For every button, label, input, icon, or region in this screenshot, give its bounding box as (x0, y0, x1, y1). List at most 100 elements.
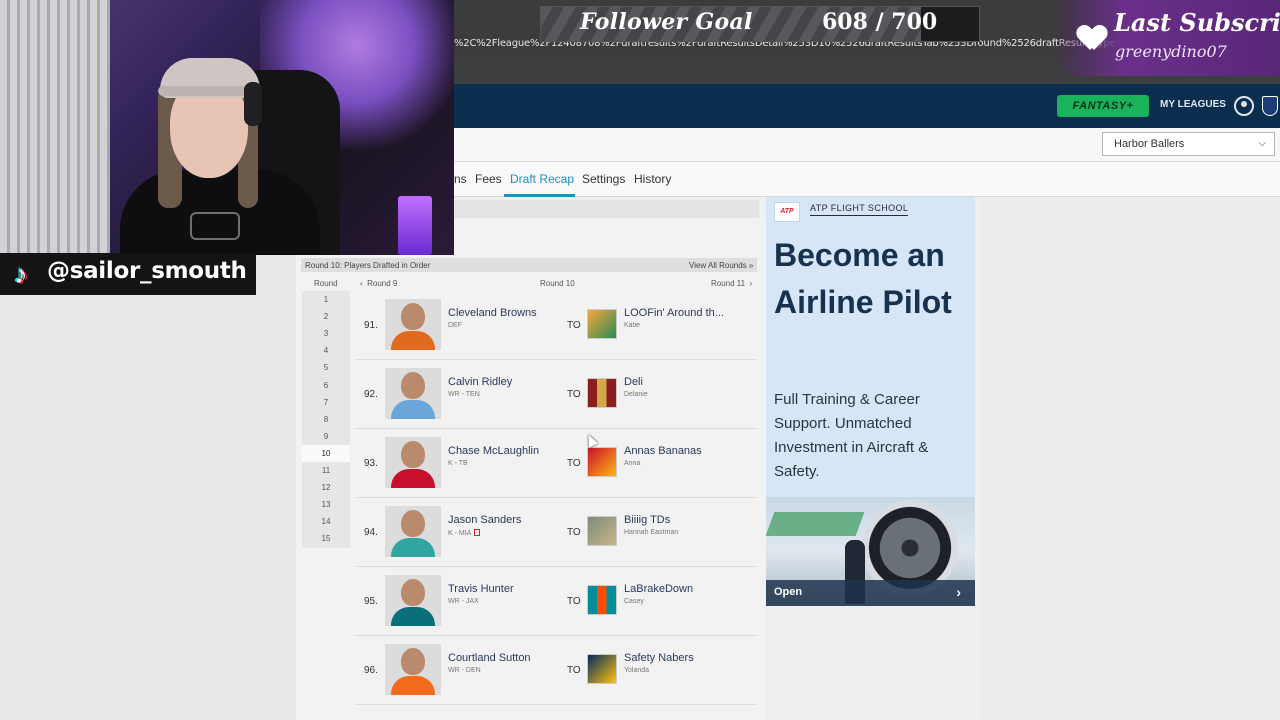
pick-number: 91. (364, 320, 378, 331)
player-photo[interactable] (385, 644, 441, 695)
news-icon[interactable] (474, 529, 481, 536)
ad-body: Full Training & Career Support. Unmatche… (774, 391, 929, 480)
pick-number: 92. (364, 389, 378, 400)
player-photo[interactable] (385, 368, 441, 419)
round-number-15[interactable]: 15 (302, 530, 350, 547)
team-owner: Casey (624, 598, 644, 605)
team-owner: Hannah Eastman (624, 529, 679, 536)
player-name-link[interactable]: Jason Sanders (448, 514, 521, 526)
round-number-3[interactable]: 3 (302, 325, 350, 342)
right-gutter (980, 197, 1280, 720)
round-number-12[interactable]: 12 (302, 479, 350, 496)
draft-pick-row: 95. Travis Hunter WR - JAX TO LaBrakeDown Cas… (356, 567, 757, 636)
pick-number: 94. (364, 527, 378, 538)
team-logo[interactable] (587, 378, 617, 408)
chevron-right-icon: › (745, 279, 753, 288)
team-name-link[interactable]: LOOFin' Around th... (624, 307, 724, 319)
round-number-4[interactable]: 4 (302, 342, 350, 359)
nfl-logo-icon[interactable] (1262, 96, 1278, 116)
player-jersey (391, 607, 435, 626)
to-label: TO (567, 458, 581, 469)
tab-draft-recap[interactable]: Draft Recap (510, 172, 574, 186)
round-number-2[interactable]: 2 (302, 308, 350, 325)
player-head (401, 441, 425, 468)
ad-logo: ATP (774, 202, 800, 222)
lamp (398, 196, 432, 255)
team-logo[interactable] (587, 654, 617, 684)
player-position-text: WR - JAX (448, 598, 479, 605)
player-head (401, 579, 425, 606)
round-column-header: Round (314, 279, 338, 288)
team-logo[interactable] (587, 585, 617, 615)
player-name-link[interactable]: Cleveland Browns (448, 307, 537, 319)
round-number-10[interactable]: 10 (302, 444, 350, 462)
team-logo[interactable] (587, 309, 617, 339)
player-photo[interactable] (385, 506, 441, 557)
to-label: TO (567, 389, 581, 400)
ad-image-plane (765, 512, 865, 536)
round-number-8[interactable]: 8 (302, 411, 350, 428)
player-photo[interactable] (385, 299, 441, 350)
player-photo[interactable] (385, 437, 441, 488)
draft-pick-row: 93. Chase McLaughlin K - TB TO Annas Bananas… (356, 429, 757, 498)
player-position: K - MIA (448, 529, 481, 537)
draft-pick-row: 91. Cleveland Browns DEF TO LOOFin' Around t… (356, 291, 757, 360)
league-select[interactable]: Harbor Ballers ⌵ (1102, 132, 1275, 156)
ad-open-button[interactable]: Open › (766, 580, 975, 606)
round-number-7[interactable]: 7 (302, 394, 350, 411)
previous-round-link[interactable]: ‹ Round 9 (360, 279, 397, 288)
my-leagues-link[interactable]: MY LEAGUES (1160, 99, 1226, 110)
last-subscriber-name: greenydino07 (1115, 42, 1227, 61)
draft-pick-row: 92. Calvin Ridley WR - TEN TO Deli Delanie (356, 360, 757, 429)
team-name-link[interactable]: LaBrakeDown (624, 583, 693, 595)
team-name-link[interactable]: Biiiig TDs (624, 514, 670, 526)
player-position: WR - DEN (448, 667, 481, 674)
next-round-link[interactable]: Round 11 › (711, 279, 752, 288)
round-number-13[interactable]: 13 (302, 496, 350, 513)
round-number-9[interactable]: 9 (302, 428, 350, 445)
team-owner: Yolanda (624, 667, 650, 674)
player-name-link[interactable]: Travis Hunter (448, 583, 514, 595)
round-number-5[interactable]: 5 (302, 359, 350, 376)
player-position-text: DEF (448, 322, 462, 329)
draft-pick-row: 94. Jason Sanders K - MIA TO Biiiig TDs Hanna… (356, 498, 757, 567)
view-all-rounds-link[interactable]: View All Rounds » (689, 261, 753, 270)
player-photo[interactable] (385, 575, 441, 626)
player-head (401, 510, 425, 537)
player-name-link[interactable]: Courtland Sutton (448, 652, 531, 664)
window-blinds (0, 0, 110, 255)
tiktok-icon: ♪ (14, 259, 28, 289)
tiktok-handle: @sailor_smouth (47, 258, 247, 284)
ad-headline[interactable]: Become an Airline Pilot (774, 232, 972, 326)
last-subscriber-title: Last Subscriber (1114, 8, 1280, 37)
ad-brand[interactable]: ATP FLIGHT SCHOOL (810, 203, 909, 216)
league-select-value: Harbor Ballers (1114, 138, 1185, 150)
player-name-link[interactable]: Chase McLaughlin (448, 445, 539, 457)
tab-transactions[interactable]: ns (454, 172, 467, 186)
webcam-overlay (0, 0, 454, 255)
tab-history[interactable]: History (634, 172, 671, 186)
user-icon[interactable] (1234, 96, 1254, 116)
player-position: WR - JAX (448, 598, 479, 605)
current-round-label: Round 10 (540, 279, 575, 288)
team-logo[interactable] (587, 447, 617, 477)
team-owner: Anna (624, 460, 641, 467)
player-jersey (391, 331, 435, 350)
round-number-1[interactable]: 1 (302, 291, 350, 308)
team-name-link[interactable]: Safety Nabers (624, 652, 694, 664)
fantasy-plus-button[interactable]: FANTASY+ (1057, 95, 1149, 117)
streamer-cap-brim (158, 86, 258, 96)
player-name-link[interactable]: Calvin Ridley (448, 376, 512, 388)
team-name-link[interactable]: Annas Bananas (624, 445, 702, 457)
round-number-14[interactable]: 14 (302, 513, 350, 530)
team-logo[interactable] (587, 516, 617, 546)
ad-open-label: Open (774, 586, 803, 598)
player-head (401, 648, 425, 675)
tab-fees[interactable]: Fees (475, 172, 502, 186)
round-number-6[interactable]: 6 (302, 377, 350, 394)
tab-settings[interactable]: Settings (582, 172, 625, 186)
team-name-link[interactable]: Deli (624, 376, 643, 388)
player-position: DEF (448, 322, 462, 329)
round-number-11[interactable]: 11 (302, 462, 350, 479)
team-owner: Delanie (624, 391, 648, 398)
